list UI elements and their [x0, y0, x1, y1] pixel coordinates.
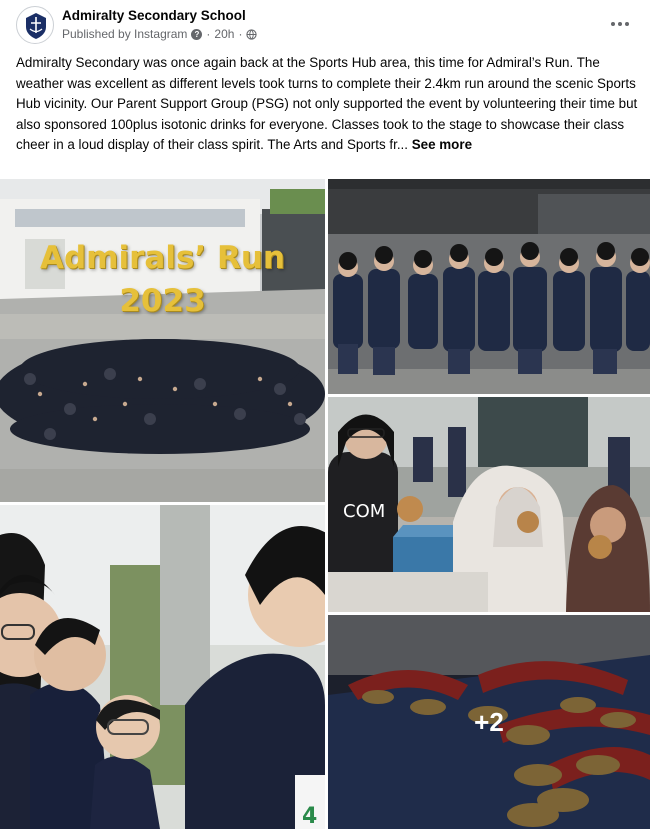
photo-group-crowd[interactable]: Admirals’ Run 2023	[0, 179, 325, 502]
photo-runners[interactable]: 4	[0, 505, 325, 829]
published-by: Published by Instagram	[62, 27, 188, 41]
more-photos-count[interactable]: +2	[328, 615, 650, 829]
post-time[interactable]: 20h	[214, 27, 234, 41]
see-more-link[interactable]: See more	[412, 137, 472, 152]
photo-psg-medals[interactable]: COM PAPER One	[328, 397, 650, 612]
post-meta: Published by Instagram ? · 20h ·	[62, 27, 258, 41]
post-body: Admiralty Secondary was once again back …	[16, 53, 638, 156]
avatar[interactable]	[16, 6, 54, 44]
school-crest-icon	[26, 13, 46, 39]
cheer-photo	[328, 179, 650, 394]
globe-icon	[246, 28, 258, 40]
post-header: Admiralty Secondary School Published by …	[0, 0, 650, 50]
runners-photo: 4	[0, 505, 325, 829]
psg-photo: COM PAPER One	[328, 397, 650, 612]
bib-number: 4	[302, 804, 317, 829]
event-title-line2: 2023	[119, 283, 206, 319]
instagram-icon: ?	[191, 28, 203, 40]
shirt-text: COM	[343, 501, 385, 522]
post-body-text: Admiralty Secondary was once again back …	[16, 55, 638, 152]
more-options-icon[interactable]	[606, 10, 634, 38]
event-title-overlay: Admirals’ Run 2023	[0, 237, 325, 323]
page-name[interactable]: Admiralty Secondary School	[62, 8, 246, 23]
meta-separator-2: ·	[238, 27, 243, 41]
event-title-line1: Admirals’ Run	[40, 240, 285, 276]
photo-medals-more[interactable]: +2	[328, 615, 650, 829]
photo-students-cheering[interactable]	[328, 179, 650, 394]
crowd-photo	[0, 179, 325, 502]
meta-separator: ·	[206, 27, 211, 41]
